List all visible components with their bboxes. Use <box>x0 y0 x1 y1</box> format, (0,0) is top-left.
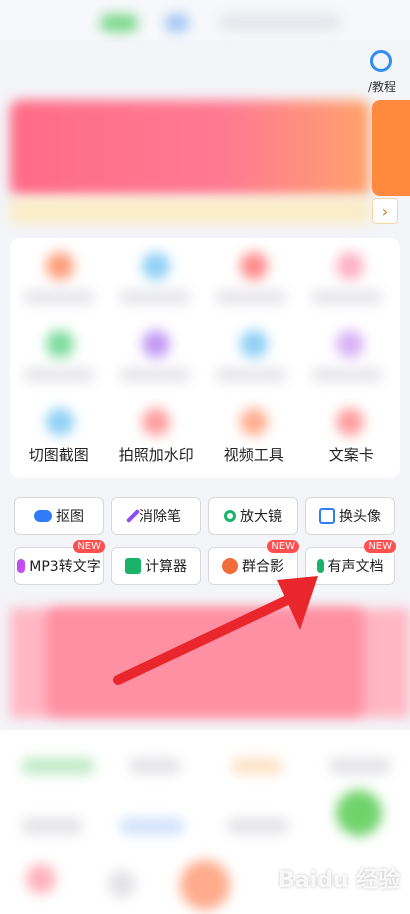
annotation-arrow <box>113 576 318 685</box>
arrow-shaft <box>113 589 305 685</box>
watermark: Baidu 经验 <box>278 868 401 893</box>
